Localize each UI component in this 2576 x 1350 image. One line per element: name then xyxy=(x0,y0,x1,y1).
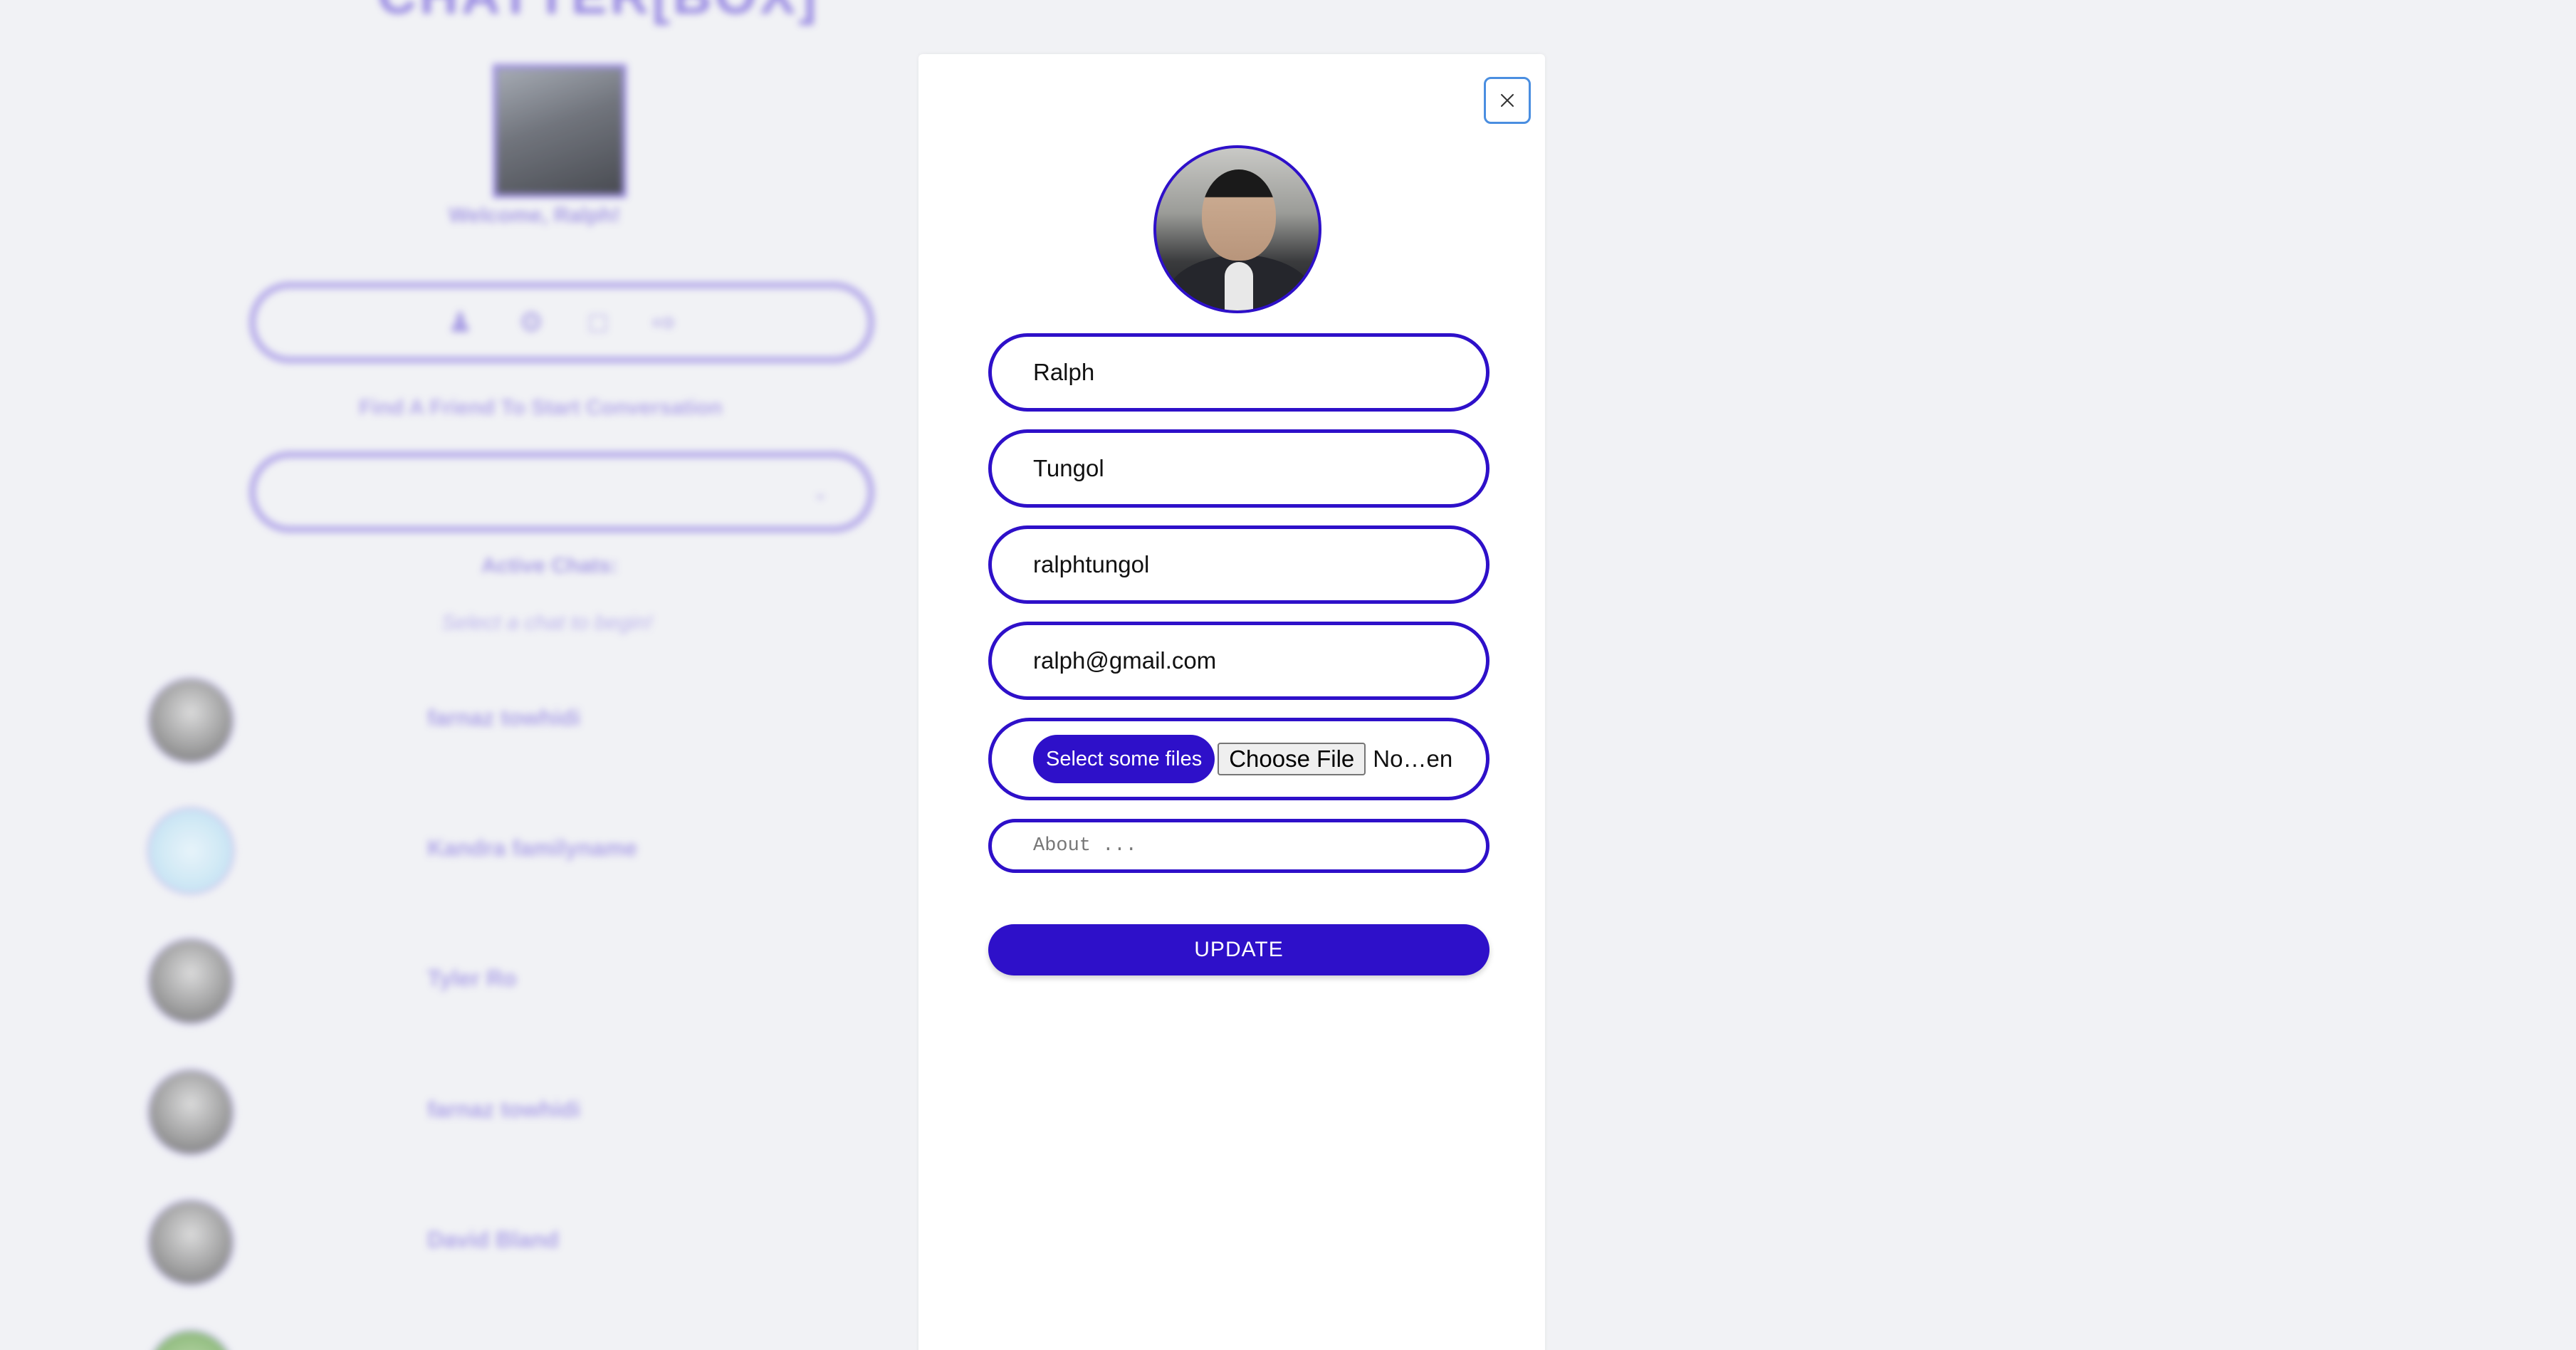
avatar xyxy=(147,676,235,765)
current-user-avatar xyxy=(493,64,627,198)
close-icon xyxy=(1501,94,1514,107)
file-upload-field: Select some files Choose File No…en xyxy=(988,718,1489,800)
contact-name: farnaz towhidi xyxy=(427,705,581,731)
active-chats-label: Active Chats: xyxy=(481,554,618,577)
chat-icon[interactable]: □ xyxy=(590,307,607,339)
contact-item[interactable]: Kandra familyname xyxy=(147,807,1001,895)
chevron-down-icon: ⌄ xyxy=(812,482,828,503)
avatar-head-shape xyxy=(1202,169,1276,261)
find-friend-select[interactable]: ⌄ xyxy=(249,451,874,533)
avatar xyxy=(147,1329,235,1350)
contact-item[interactable]: farnaz towhidi xyxy=(147,1068,1001,1156)
user-icon[interactable]: ♟ xyxy=(447,306,473,339)
brand-logo: CHATTER[BOX] xyxy=(377,0,820,26)
select-chat-hint: Select a chat to begin! xyxy=(441,611,653,634)
close-button[interactable] xyxy=(1484,77,1531,124)
username-input[interactable] xyxy=(988,525,1489,604)
contact-item[interactable]: farnaz towhidi xyxy=(147,676,1001,765)
avatar xyxy=(147,1198,235,1287)
edit-profile-modal: Select some files Choose File No…en UPDA… xyxy=(918,54,1545,1350)
avatar xyxy=(147,1068,235,1156)
choose-file-button[interactable]: Choose File xyxy=(1218,743,1366,775)
contact-item[interactable] xyxy=(147,1329,1001,1350)
select-files-label: Select some files xyxy=(1033,735,1215,783)
profile-avatar[interactable] xyxy=(1153,145,1321,313)
avatar xyxy=(147,937,235,1025)
last-name-input[interactable] xyxy=(988,429,1489,508)
contact-name: Kandra familyname xyxy=(427,835,638,861)
email-input[interactable] xyxy=(988,622,1489,700)
contact-name: David Bland xyxy=(427,1227,559,1252)
avatar xyxy=(147,807,235,895)
welcome-text: Welcome, Ralph! xyxy=(449,204,621,227)
first-name-input[interactable] xyxy=(988,333,1489,412)
find-friend-label: Find A Friend To Start Conversation xyxy=(359,396,723,419)
file-status-text: No…en xyxy=(1373,745,1453,772)
user-toolbar: ♟ ⚙ □ ⇨ xyxy=(249,282,874,363)
contact-item[interactable]: David Bland xyxy=(147,1198,1001,1287)
about-textarea[interactable] xyxy=(988,819,1489,873)
contact-name: farnaz towhidi xyxy=(427,1097,581,1122)
update-button[interactable]: UPDATE xyxy=(988,924,1489,975)
avatar-shirt-shape xyxy=(1225,262,1253,310)
gear-icon[interactable]: ⚙ xyxy=(518,306,544,339)
contact-item[interactable]: Tyler Ro xyxy=(147,937,1001,1025)
app-root: CHATTER[BOX] Welcome, Ralph! ♟ ⚙ □ ⇨ Fin… xyxy=(0,0,2576,1350)
contact-name: Tyler Ro xyxy=(427,966,517,991)
logout-icon[interactable]: ⇨ xyxy=(652,306,676,339)
